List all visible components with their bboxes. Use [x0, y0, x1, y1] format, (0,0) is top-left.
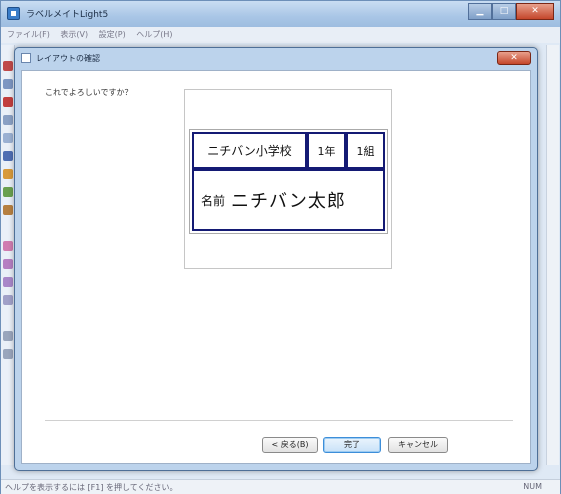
tool-icon[interactable] [3, 97, 13, 107]
app-titlebar: ラベルメイトLight5 ▁ □ ✕ [1, 1, 560, 27]
grade-cell: 1年 [307, 132, 346, 169]
finish-button[interactable]: 完了 [323, 437, 381, 453]
label-preview: ニチバン小学校 1年 1組 名前 ニチバン太郎 [189, 129, 388, 234]
school-name-cell: ニチバン小学校 [192, 132, 307, 169]
menu-file[interactable]: ファイル(F) [7, 30, 50, 39]
status-bar: ヘルプを表示するには [F1] を押してください。 NUM [1, 479, 560, 494]
layout-confirm-dialog: レイアウトの確認 ✕ これでよろしいですか？ ニチバン小学校 1年 1組 名前 … [14, 47, 538, 471]
button-divider [45, 420, 513, 421]
num-lock-indicator: NUM [523, 482, 542, 491]
tool-palette [1, 45, 15, 465]
class-text: 1組 [356, 144, 375, 158]
tool-icon[interactable] [3, 169, 13, 179]
tool-icon[interactable] [3, 331, 13, 341]
tool-icon[interactable] [3, 349, 13, 359]
menu-bar: ファイル(F) 表示(V) 設定(P) ヘルプ(H) [1, 27, 560, 43]
app-icon [7, 7, 20, 20]
tool-icon[interactable] [3, 115, 13, 125]
name-label: 名前 [201, 193, 226, 208]
tool-icon[interactable] [3, 61, 13, 71]
dialog-icon [21, 53, 31, 63]
school-name-text: ニチバン小学校 [207, 144, 292, 158]
grade-text: 1年 [317, 144, 336, 158]
class-cell: 1組 [346, 132, 385, 169]
tool-icon[interactable] [3, 295, 13, 305]
minimize-button[interactable]: ▁ [468, 3, 492, 20]
menu-settings[interactable]: 設定(P) [99, 30, 126, 39]
dialog-titlebar: レイアウトの確認 ✕ [15, 48, 537, 68]
window-controls: ▁ □ ✕ [468, 3, 554, 20]
tool-icon[interactable] [3, 259, 13, 269]
tool-icon[interactable] [3, 133, 13, 143]
confirm-question: これでよろしいですか？ [45, 88, 133, 97]
menu-view[interactable]: 表示(V) [60, 30, 88, 39]
tool-icon[interactable] [3, 79, 13, 89]
menu-help[interactable]: ヘルプ(H) [136, 30, 172, 39]
tool-icon[interactable] [3, 151, 13, 161]
dialog-close-button[interactable]: ✕ [497, 51, 531, 65]
cancel-button[interactable]: キャンセル [388, 437, 448, 453]
tool-icon[interactable] [3, 241, 13, 251]
back-button[interactable]: < 戻る(B) [262, 437, 318, 453]
maximize-button[interactable]: □ [492, 3, 516, 20]
dialog-title: レイアウトの確認 [36, 54, 100, 63]
dialog-body: これでよろしいですか？ ニチバン小学校 1年 1組 名前 ニチバン太郎 < 戻る… [21, 70, 531, 464]
student-name-cell: 名前 ニチバン太郎 [192, 169, 385, 231]
tool-icon[interactable] [3, 187, 13, 197]
status-text: ヘルプを表示するには [F1] を押してください。 [5, 483, 178, 492]
label-preview-panel: ニチバン小学校 1年 1組 名前 ニチバン太郎 [184, 89, 392, 269]
name-value: ニチバン太郎 [231, 191, 346, 212]
tool-icon[interactable] [3, 277, 13, 287]
tool-icon[interactable] [3, 205, 13, 215]
label-layout: ニチバン小学校 1年 1組 名前 ニチバン太郎 [192, 132, 385, 231]
vertical-scrollbar[interactable] [546, 45, 559, 465]
close-button[interactable]: ✕ [516, 3, 554, 20]
app-title: ラベルメイトLight5 [26, 10, 109, 20]
